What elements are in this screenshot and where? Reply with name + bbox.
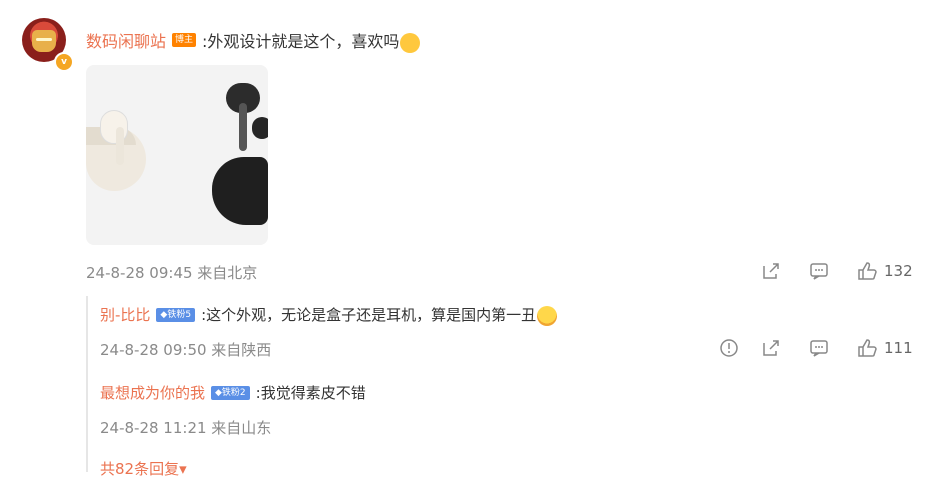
- reply-header: 别-比比 ◆铁粉5 :这个外观，无论是盒子还是耳机，算是国内第一丑: [100, 304, 558, 326]
- black-earbud-stem: [239, 103, 247, 151]
- share-icon[interactable]: [760, 337, 782, 359]
- reply-username[interactable]: 别-比比: [100, 304, 150, 325]
- like-icon[interactable]: [856, 337, 878, 359]
- comment-time: 24-8-28 09:45 来自北京: [86, 264, 258, 282]
- white-earbud-stem: [116, 127, 124, 165]
- reply-thread-line: [86, 296, 88, 472]
- reply-text-body: :这个外观，无论是盒子还是耳机，算是国内第一丑: [201, 306, 537, 324]
- reply-actions: 111: [718, 337, 913, 359]
- reply-header: 最想成为你的我 ◆铁粉2 :我觉得素皮不错: [100, 382, 366, 403]
- laughing-face-icon: [537, 305, 558, 326]
- like-icon[interactable]: [856, 260, 878, 282]
- share-icon[interactable]: [760, 260, 782, 282]
- comment-header: 数码闲聊站 博主 :外观设计就是这个，喜欢吗: [86, 28, 421, 53]
- reply-time: 24-8-28 11:21 来自山东: [100, 419, 272, 437]
- comment-actions: 132: [760, 260, 913, 282]
- comment-like-count: 132: [884, 262, 913, 280]
- black-earbud-case: [212, 157, 268, 225]
- comment-text-body: :外观设计就是这个，喜欢吗: [202, 32, 400, 51]
- report-icon[interactable]: [718, 337, 740, 359]
- more-replies-link[interactable]: 共82条回复▾: [100, 458, 187, 479]
- reply-like-count: 111: [884, 339, 913, 357]
- reply-text: :我觉得素皮不错: [255, 384, 366, 402]
- reply-text: :这个外观，无论是盒子还是耳机，算是国内第一丑: [201, 304, 558, 326]
- verified-badge-icon: v: [54, 52, 74, 72]
- blogger-tag: 博主: [172, 33, 197, 48]
- comment-image[interactable]: [86, 65, 268, 245]
- avatar-eyes: [36, 38, 52, 41]
- reply-username[interactable]: 最想成为你的我: [100, 382, 205, 403]
- comment-icon[interactable]: [808, 337, 830, 359]
- reply-time: 24-8-28 09:50 来自陕西: [100, 341, 272, 359]
- black-earbud-second: [252, 117, 268, 139]
- ironman-avatar-image: [32, 30, 56, 52]
- comment-username[interactable]: 数码闲聊站: [86, 28, 166, 52]
- comment-text: :外观设计就是这个，喜欢吗: [202, 28, 421, 53]
- face-icon: [400, 32, 421, 53]
- fan-level-tag: ◆铁粉2: [211, 385, 250, 400]
- comment-icon[interactable]: [808, 260, 830, 282]
- fan-level-tag: ◆铁粉5: [156, 307, 196, 322]
